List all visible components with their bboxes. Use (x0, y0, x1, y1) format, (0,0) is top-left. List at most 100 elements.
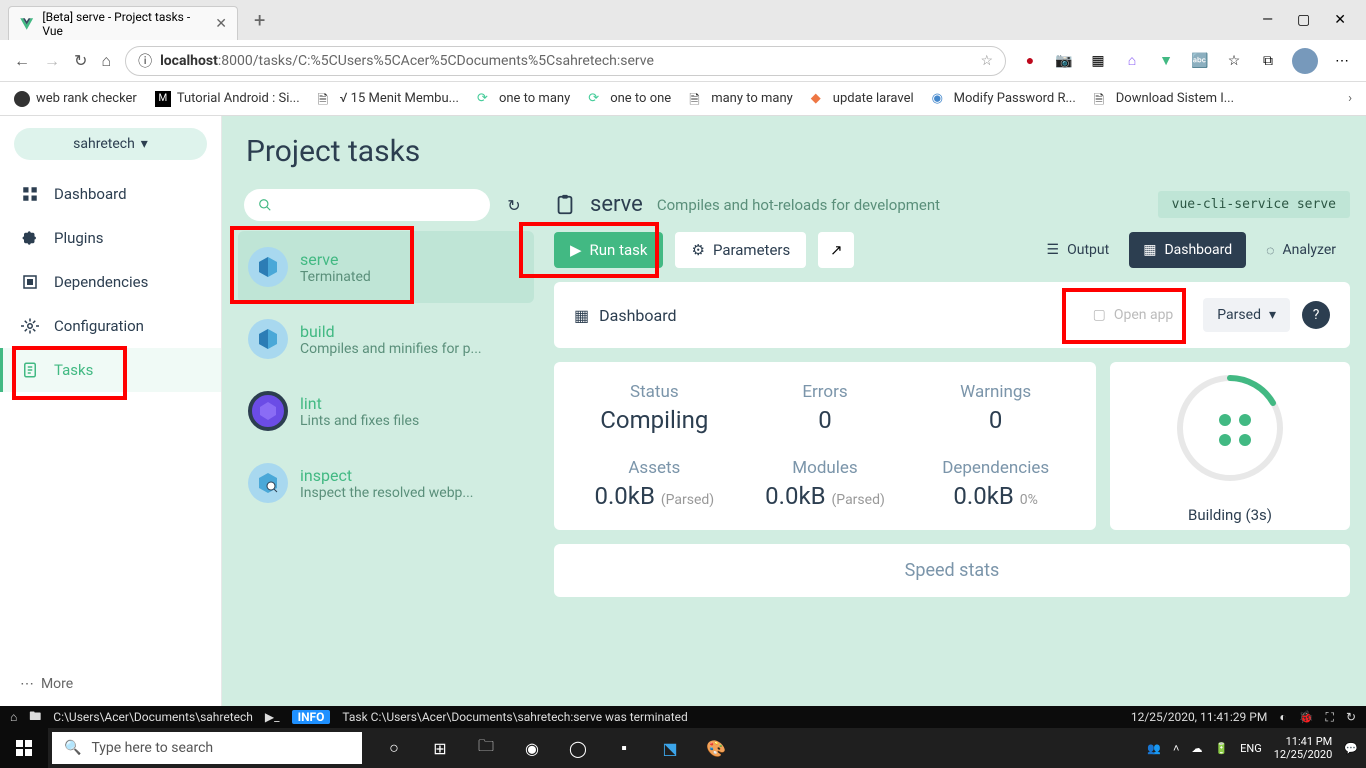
task-item-serve[interactable]: serveTerminated (238, 231, 534, 303)
minimize-button[interactable]: — (1262, 12, 1273, 28)
maximize-button[interactable]: ▢ (1297, 12, 1310, 28)
pinterest-icon[interactable]: ● (1020, 51, 1040, 71)
bookmark-item[interactable]: ⟳one to one (588, 91, 671, 107)
help-button[interactable]: ? (1302, 301, 1330, 329)
menu-icon[interactable]: ⋯ (1332, 51, 1352, 71)
main-content: Project tasks ↻ serveTerminated buildCom… (222, 116, 1366, 706)
favorite-icon[interactable]: ☆ (980, 53, 993, 69)
console-icon[interactable]: ▶_ (265, 710, 280, 724)
view-tab-output[interactable]: ☰Output (1033, 232, 1124, 268)
bookmark-item[interactable]: 🗎Download Sistem I... (1094, 91, 1234, 107)
url-input[interactable]: ⓘ localhost:8000/tasks/C:%5CUsers%5CAcer… (125, 46, 1006, 76)
start-button[interactable] (0, 728, 48, 768)
clipboard-icon (554, 194, 576, 216)
back-button[interactable]: ← (14, 51, 30, 71)
info-badge: INFO (292, 710, 331, 724)
warnings-value: 0 (915, 406, 1076, 434)
terminal-icon[interactable]: ▪ (604, 728, 644, 768)
site-info-icon[interactable]: ⓘ (138, 51, 152, 71)
favorites-icon[interactable]: ☆ (1224, 51, 1244, 71)
progress-ring (1170, 368, 1290, 488)
new-tab-button[interactable]: + (246, 8, 273, 32)
close-window-button[interactable]: ✕ (1334, 12, 1346, 28)
home-ext-icon[interactable]: ⌂ (1122, 51, 1142, 71)
paint-icon[interactable]: 🎨 (696, 728, 736, 768)
translate-icon[interactable]: 🔤 (1190, 51, 1210, 71)
bookmark-item[interactable]: ◉Modify Password R... (932, 91, 1076, 107)
sidebar-item-dashboard[interactable]: Dashboard (0, 172, 221, 216)
extension-icons: ● 📷 ▦ ⌂ ▼ 🔤 ☆ ⧉ ⋯ (1020, 48, 1352, 74)
open-external-button[interactable]: ↗ (818, 232, 854, 268)
run-task-button[interactable]: ▶ Run task (554, 232, 663, 268)
plugin-icon (20, 228, 40, 248)
assets-value: 0.0kB (Parsed) (574, 482, 735, 510)
vue-ext-icon[interactable]: ▼ (1156, 51, 1176, 71)
battery-icon[interactable]: 🔋 (1214, 742, 1228, 755)
bookmark-item[interactable]: 🗎√ 15 Menit Membu... (318, 91, 459, 107)
sidebar-item-dependencies[interactable]: Dependencies (0, 260, 221, 304)
sidebar-more[interactable]: ⋯ More (0, 662, 221, 706)
task-item-inspect[interactable]: inspectInspect the resolved webp... (238, 447, 534, 519)
taskbar-search[interactable]: 🔍Type here to search (52, 732, 362, 764)
vue-icon (19, 16, 34, 32)
external-link-icon: ↗ (830, 241, 843, 259)
refresh-tasks-button[interactable]: ↻ (500, 191, 528, 219)
notifications-icon[interactable]: 💬 (1344, 742, 1358, 755)
url-host: localhost (160, 53, 218, 69)
sidebar-item-configuration[interactable]: Configuration (0, 304, 221, 348)
refresh-icon[interactable]: ↻ (1346, 710, 1356, 724)
script-badge: vue-cli-service serve (1158, 191, 1350, 218)
collections-icon[interactable]: ⧉ (1258, 51, 1278, 71)
dependencies-icon (20, 272, 40, 292)
bookmark-item[interactable]: ⟳one to many (477, 91, 570, 107)
onedrive-icon[interactable]: ☁ (1191, 742, 1202, 755)
task-search-input[interactable] (244, 189, 490, 221)
browser-tab[interactable]: [Beta] serve - Project tasks - Vue ✕ (8, 6, 238, 40)
deps-value: 0.0kB 0% (915, 482, 1076, 510)
tray-clock[interactable]: 11:41 PM12/25/2020 (1274, 735, 1333, 761)
sidebar-item-tasks[interactable]: Tasks (0, 348, 221, 392)
task-view-icon[interactable]: ⊞ (420, 728, 460, 768)
profile-avatar[interactable] (1292, 48, 1318, 74)
bookmark-item[interactable]: web rank checker (14, 91, 137, 107)
bookmark-item[interactable]: MTutorial Android : Si... (155, 91, 300, 107)
task-item-lint[interactable]: lintLints and fixes files (238, 375, 534, 447)
language-indicator[interactable]: ENG (1240, 742, 1262, 755)
refresh-button[interactable]: ↻ (74, 51, 87, 70)
folder-icon[interactable]: 🖿 (29, 707, 41, 728)
chevron-down-icon: ▾ (1269, 307, 1276, 323)
bookmarks-overflow[interactable]: › (1348, 91, 1352, 106)
bookmark-item[interactable]: 🗎many to many (689, 91, 793, 107)
terminal-timestamp: 12/25/2020, 11:41:29 PM (1131, 710, 1268, 724)
tab-title: [Beta] serve - Project tasks - Vue (42, 10, 207, 38)
parameters-button[interactable]: ⚙ Parameters (675, 232, 806, 268)
view-tab-analyzer[interactable]: ◌Analyzer (1252, 232, 1350, 268)
project-selector[interactable]: sahretech ▾ (14, 128, 207, 160)
tray-chevron-icon[interactable]: ˄ (1173, 742, 1179, 755)
translate-icon[interactable]: ⛶ (1326, 710, 1334, 725)
home-icon[interactable]: ⌂ (10, 710, 17, 724)
explorer-icon[interactable]: 🗀 (466, 728, 506, 768)
cortana-icon[interactable]: ○ (374, 728, 414, 768)
view-tab-dashboard[interactable]: ▦Dashboard (1129, 232, 1246, 268)
page-title: Project tasks (222, 116, 1366, 183)
task-item-build[interactable]: buildCompiles and minifies for p... (238, 303, 534, 375)
grid-icon[interactable]: ▦ (1088, 51, 1108, 71)
dashboard-panel-header: ▦Dashboard ▢Open app Parsed▾ ? (554, 282, 1350, 348)
progress-card: Building (3s) (1110, 362, 1350, 530)
bookmark-item[interactable]: ◆update laravel (811, 91, 914, 107)
chrome-icon[interactable]: ◉ (512, 728, 552, 768)
bug-icon[interactable]: 🐞 (1299, 710, 1314, 724)
sidebar-item-plugins[interactable]: Plugins (0, 216, 221, 260)
terminal-message: Task C:\Users\Acer\Documents\sahretech:s… (342, 710, 687, 724)
home-button[interactable]: ⌂ (101, 51, 111, 71)
camera-icon[interactable]: 📷 (1054, 51, 1074, 71)
terminal-status-bar: ⌂ 🖿 C:\Users\Acer\Documents\sahretech ▶_… (0, 706, 1366, 728)
sidebar: sahretech ▾ Dashboard Plugins Dependenci… (0, 116, 222, 706)
people-icon[interactable]: 👥 (1147, 742, 1161, 755)
close-tab-icon[interactable]: ✕ (215, 16, 227, 32)
contrast-icon[interactable]: ◐ (1279, 710, 1286, 724)
parsed-dropdown[interactable]: Parsed▾ (1203, 298, 1290, 332)
vscode-icon[interactable]: ⬔ (650, 728, 690, 768)
edge-icon[interactable]: ◯ (558, 728, 598, 768)
